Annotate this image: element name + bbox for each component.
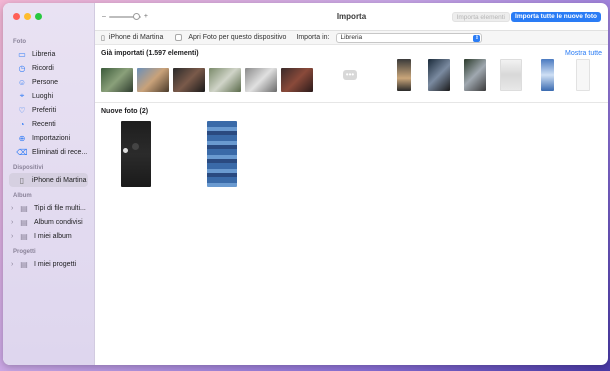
minimize-icon[interactable] [24, 13, 31, 20]
sidebar-item-miei-progetti[interactable]: › ▤ I miei progetti [3, 257, 94, 271]
folder-icon: ▤ [20, 203, 28, 213]
photo-thumbnail[interactable] [173, 68, 205, 92]
photo-thumbnail[interactable] [576, 59, 590, 91]
photo-thumbnail[interactable] [137, 68, 169, 92]
photo-thumbnail[interactable] [397, 59, 411, 91]
new-photos-title: Nuove foto (2) [101, 108, 149, 115]
sidebar-item-miei-album[interactable]: › ▤ I miei album [3, 229, 94, 243]
import-destination-select[interactable]: Libreria ⇕ [336, 32, 483, 43]
sidebar-item-luoghi[interactable]: ⌖ Luoghi [3, 89, 94, 103]
chevron-right-icon[interactable]: › [11, 205, 17, 212]
already-imported-section: Già importati (1.597 elementi) Mostra tu… [95, 45, 608, 102]
device-name: iPhone di Martina [108, 34, 164, 41]
chevron-right-icon[interactable]: › [11, 219, 17, 226]
photo-thumbnail[interactable] [464, 59, 486, 91]
main-content: – + Importa Importa elementi Importa tut… [95, 3, 608, 365]
sidebar-item-preferiti[interactable]: ♡ Preferiti [3, 103, 94, 117]
sidebar-item-label: I miei progetti [34, 260, 77, 268]
sidebar-item-tipi-file[interactable]: › ▤ Tipi di file multi... [3, 201, 94, 215]
sidebar-item-label: Album condivisi [34, 218, 83, 226]
zoom-icon[interactable] [35, 13, 42, 20]
heart-icon: ♡ [18, 105, 26, 115]
photo-thumbnail[interactable] [101, 68, 133, 92]
photo-thumbnail[interactable] [245, 68, 277, 92]
section-title-album: Album [13, 193, 32, 199]
sidebar: Foto ▭ Libreria ◷ Ricordi ☺ Persone ⌖ Luoghi… [3, 3, 95, 365]
sidebar-item-label: Libreria [32, 50, 56, 58]
window-controls [13, 13, 42, 20]
folder-icon: ▤ [20, 259, 28, 269]
more-items-icon[interactable]: ••• [343, 70, 357, 80]
sidebar-item-importazioni[interactable]: ⊕ Importazioni [3, 131, 94, 145]
sidebar-item-iphone[interactable]: ▯ iPhone di Martina [9, 173, 88, 187]
new-photo-thumbnail[interactable] [207, 121, 237, 187]
sidebar-item-ricordi[interactable]: ◷ Ricordi [3, 61, 94, 75]
open-photos-label: Apri Foto per questo dispositivo [188, 34, 287, 41]
section-title-foto: Foto [13, 39, 26, 45]
import-icon: ⊕ [18, 133, 26, 143]
sidebar-item-label: Eliminati di rece... [32, 148, 88, 156]
open-photos-checkbox[interactable] [175, 34, 183, 41]
screenshot-detail [123, 148, 128, 153]
sidebar-item-persone[interactable]: ☺ Persone [3, 75, 94, 89]
new-photos-section: Nuove foto (2) [95, 103, 608, 196]
photo-thumbnail[interactable] [428, 59, 450, 91]
sidebar-item-libreria[interactable]: ▭ Libreria [3, 47, 94, 61]
chevron-updown-icon: ⇕ [473, 34, 481, 42]
screenshot-detail [132, 143, 139, 150]
sidebar-item-label: Ricordi [32, 64, 54, 72]
sidebar-item-album-condivisi[interactable]: › ▤ Album condivisi [3, 215, 94, 229]
import-destination-value: Libreria [340, 33, 363, 41]
close-icon[interactable] [13, 13, 20, 20]
imported-thumbnails: ••• [101, 59, 602, 97]
sidebar-item-label: iPhone di Martina [32, 176, 87, 184]
photo-thumbnail[interactable] [209, 68, 241, 92]
library-icon: ▭ [18, 49, 26, 59]
import-toolbar: ▯ iPhone di Martina Apri Foto per questo… [95, 31, 608, 45]
sidebar-item-label: Preferiti [32, 106, 57, 114]
import-in-label: Importa in: [296, 34, 330, 41]
memories-icon: ◷ [18, 63, 26, 73]
chevron-right-icon[interactable]: › [11, 233, 17, 240]
sidebar-item-eliminati[interactable]: ⌫ Eliminati di rece... [3, 145, 94, 159]
sidebar-item-recenti[interactable]: ◔ Recenti [3, 117, 94, 131]
folder-icon: ▤ [20, 231, 28, 241]
section-title-dispositivi: Dispositivi [13, 165, 44, 171]
iphone-icon: ▯ [101, 34, 105, 42]
sidebar-item-label: Tipi di file multi... [34, 204, 86, 212]
sidebar-item-label: Importazioni [32, 134, 71, 142]
trash-icon: ⌫ [16, 147, 28, 157]
sidebar-item-label: Recenti [32, 120, 56, 128]
photo-thumbnail[interactable] [541, 59, 554, 91]
places-icon: ⌖ [19, 91, 25, 100]
chevron-right-icon[interactable]: › [11, 261, 17, 268]
sidebar-item-label: I miei album [34, 232, 72, 240]
show-all-link[interactable]: Mostra tutte [565, 50, 602, 57]
folder-icon: ▤ [20, 217, 28, 227]
photo-thumbnail[interactable] [500, 59, 522, 91]
new-photo-thumbnail[interactable] [121, 121, 151, 187]
import-all-button[interactable]: Importa tutte le nuove foto [511, 12, 601, 22]
iphone-icon: ▯ [19, 175, 25, 185]
clock-icon: ◔ [19, 119, 25, 129]
titlebar: – + Importa Importa elementi Importa tut… [95, 3, 608, 31]
sidebar-item-label: Persone [32, 78, 59, 86]
import-selected-button[interactable]: Importa elementi [451, 12, 510, 22]
sidebar-item-label: Luoghi [32, 92, 54, 100]
section-title-progetti: Progetti [13, 249, 36, 255]
people-icon: ☺ [17, 77, 27, 87]
photo-thumbnail[interactable] [281, 68, 313, 92]
photos-import-window: Foto ▭ Libreria ◷ Ricordi ☺ Persone ⌖ Luoghi… [3, 3, 608, 365]
new-photos-grid [101, 121, 602, 191]
already-imported-title: Già importati (1.597 elementi) [101, 50, 199, 57]
